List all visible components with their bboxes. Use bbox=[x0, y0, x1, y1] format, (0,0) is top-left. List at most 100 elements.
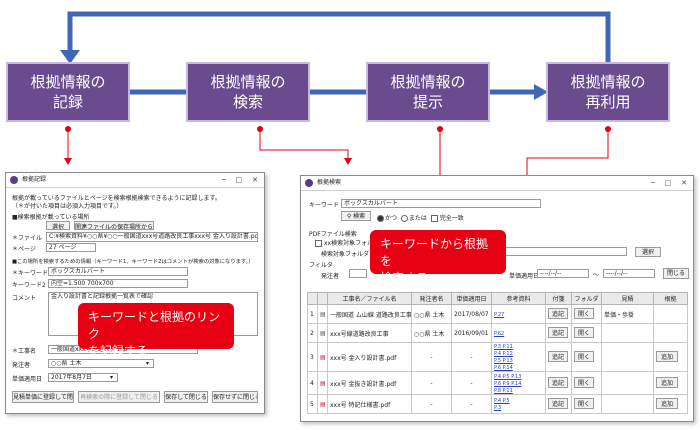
pdf-search-label: PDFファイル検索 bbox=[309, 231, 357, 238]
row-number: 5 bbox=[307, 394, 318, 414]
pdf-icon: ▤ bbox=[320, 400, 326, 408]
open-folder-button[interactable]: 開く bbox=[574, 326, 594, 338]
close-button[interactable]: 閉じる bbox=[663, 268, 689, 279]
memo-button[interactable]: 追記 bbox=[548, 307, 568, 319]
keyword-input[interactable]: ボックスカルバート bbox=[341, 199, 541, 208]
add-basis-button[interactable]: 追加 bbox=[656, 397, 678, 409]
row-date: - bbox=[451, 342, 492, 372]
pdf-option-checkbox[interactable] bbox=[315, 240, 322, 247]
open-folder-button[interactable]: 開く bbox=[574, 376, 594, 388]
filter-label: フィルタ bbox=[309, 262, 333, 269]
memo-button[interactable]: 追記 bbox=[548, 350, 568, 362]
client-select[interactable]: ○○県 土木 bbox=[48, 359, 154, 368]
memo-button[interactable]: 追記 bbox=[548, 326, 568, 338]
date-from-picker[interactable]: ----/--/-- bbox=[537, 269, 589, 278]
loop-arrow bbox=[67, 11, 611, 62]
table-row[interactable]: 4 ▤ xxx号 金抜き設計書.pdf - - P.4 P.5 P.13 P.6… bbox=[307, 371, 688, 395]
file-path-field[interactable]: C:¥検索資料¥○○県¥○○一般国道xxx号道路改良工事xxx号 金入り設計書.… bbox=[46, 232, 258, 242]
row-number: 4 bbox=[307, 371, 318, 395]
column-header[interactable]: 発注者名 bbox=[411, 292, 452, 305]
select-button[interactable]: 選択 bbox=[46, 221, 70, 230]
table-row[interactable]: 3 ▤ xxx号 金入り設計書.pdf - - P.3 P.11 P.4 P.1… bbox=[307, 342, 688, 372]
column-header[interactable]: フォルダ bbox=[571, 292, 602, 305]
keyword2-field[interactable]: 内空=1.500 700x700 bbox=[48, 279, 188, 288]
page-link[interactable]: P.27 bbox=[494, 312, 504, 318]
client-filter-select[interactable] bbox=[349, 269, 367, 278]
add-basis-button[interactable]: 追加 bbox=[656, 350, 678, 362]
row-estimate bbox=[601, 323, 654, 343]
page-link[interactable]: P.3 P.11 P.4 P.12 P.5 P.13 P.6 P.14 bbox=[494, 344, 513, 371]
page-field[interactable]: 27 ページ bbox=[46, 243, 96, 252]
mode-and-radio[interactable] bbox=[377, 215, 384, 222]
maximize-icon[interactable]: □ bbox=[664, 176, 671, 190]
column-header[interactable]: 見積 bbox=[601, 292, 654, 305]
table-row[interactable]: 5 ▤ xxx号 特記仕様書.pdf - - P.4 P.5 P.3 追記 開く… bbox=[307, 394, 688, 414]
save-for-research-button[interactable]: 再検索の際に登録して閉じる bbox=[78, 391, 160, 403]
row-date: - bbox=[451, 394, 492, 414]
record-window: 根拠記録 ─ □ ✕ 根拠が載っているファイルとページを検索根拠検索できるように… bbox=[5, 172, 265, 414]
row-estimate bbox=[601, 342, 654, 372]
column-header[interactable]: 付箋 bbox=[545, 292, 572, 305]
date-label: 単価適用日 bbox=[12, 376, 43, 383]
row-name: xxx号 金抜き設計書.pdf bbox=[327, 371, 412, 395]
minimize-icon[interactable]: ─ bbox=[651, 176, 655, 190]
row-number: 2 bbox=[307, 323, 318, 343]
column-header[interactable]: 工事名／ファイル名 bbox=[327, 292, 412, 305]
close-icon[interactable]: ✕ bbox=[681, 176, 687, 190]
open-folder-button[interactable]: 開く bbox=[574, 307, 594, 319]
related-file-button[interactable]: 関連ファイルの保存場所から選択 bbox=[74, 221, 154, 230]
folder-select-button[interactable]: 選択 bbox=[635, 247, 661, 257]
comment-label: コメント bbox=[12, 295, 37, 302]
minimize-icon[interactable]: ─ bbox=[222, 173, 226, 187]
row-client: ○○県 土木 bbox=[411, 304, 452, 324]
document-icon: ▤ bbox=[320, 329, 326, 337]
search-window-title: 根拠検索 bbox=[317, 179, 342, 186]
search-button[interactable]: ⚲ 検索 bbox=[341, 211, 371, 221]
row-client: ○○県 土木 bbox=[411, 323, 452, 343]
row-date: - bbox=[451, 371, 492, 395]
mode-and-label: かつ bbox=[385, 215, 398, 222]
table-row[interactable]: 1 ▤ 一般国道 ム山線 道路改良工事 ○○県 土木 2017/08/07 P.… bbox=[307, 304, 688, 324]
table-row[interactable]: 2 ▤ xxx号線道路改良工事 ○○県 土木 2016/09/01 P.62 追… bbox=[307, 323, 688, 343]
date-to-picker[interactable]: ----/--/-- bbox=[603, 269, 655, 278]
document-icon: ▤ bbox=[320, 310, 326, 318]
search-mode: かつ または 完全一致 bbox=[377, 213, 464, 222]
column-header[interactable]: 参考資料 bbox=[491, 292, 546, 305]
page-label: ＊ページ bbox=[12, 246, 36, 253]
mode-or-radio[interactable] bbox=[400, 215, 408, 222]
row-name: 一般国道 ム山線 道路改良工事 bbox=[327, 304, 412, 324]
calendar-chevron-icon[interactable]: ▾ bbox=[110, 374, 113, 381]
exact-match-checkbox[interactable] bbox=[430, 215, 438, 222]
row-number: 1 bbox=[307, 304, 318, 324]
keyword1-field[interactable]: ボックスカルバート bbox=[48, 267, 188, 276]
save-and-close-button[interactable]: 保存して閉じる bbox=[164, 391, 208, 403]
search-window-titlebar: 根拠検索 ─ □ ✕ bbox=[301, 176, 693, 191]
open-folder-button[interactable]: 開く bbox=[574, 397, 594, 409]
flow-step-present: 根拠情報の 提示 bbox=[366, 62, 490, 122]
maximize-icon[interactable]: □ bbox=[235, 173, 242, 187]
table-header-row: 工事名／ファイル名 発注者名 単価適用日 参考資料 付箋 フォルダ 見積 根拠 bbox=[307, 292, 688, 305]
page-link[interactable]: P.4 P.5 P.13 P.6 P.9 P.14 P.8 P.11 bbox=[494, 374, 521, 394]
keyword-label: キーワード bbox=[309, 202, 340, 209]
date-picker[interactable]: 2017年8月7日 bbox=[48, 373, 118, 382]
add-basis-button[interactable]: 追加 bbox=[656, 376, 678, 388]
page-link[interactable]: P.4 P.5 P.3 bbox=[494, 398, 510, 411]
close-without-save-button[interactable]: 保存せずに閉じる bbox=[212, 391, 258, 403]
file-label: ＊ファイル bbox=[12, 235, 43, 242]
pdf-icon: ▤ bbox=[320, 379, 326, 387]
row-basis bbox=[653, 323, 688, 343]
column-header[interactable]: 単価適用日 bbox=[451, 292, 492, 305]
chevron-down-icon[interactable]: ▾ bbox=[146, 360, 149, 367]
memo-button[interactable]: 追記 bbox=[548, 376, 568, 388]
save-to-estimate-button[interactable]: 見積単価に登録して閉じる bbox=[12, 391, 74, 403]
page-link[interactable]: P.62 bbox=[494, 331, 504, 337]
row-name: xxx号線道路改良工事 bbox=[327, 323, 412, 343]
memo-button[interactable]: 追記 bbox=[548, 397, 568, 409]
close-icon[interactable]: ✕ bbox=[252, 173, 258, 187]
flow-step-reuse: 根拠情報の 再利用 bbox=[546, 62, 670, 122]
open-folder-button[interactable]: 開く bbox=[574, 350, 594, 362]
column-header[interactable]: 根拠 bbox=[653, 292, 688, 305]
row-client: - bbox=[411, 371, 452, 395]
row-client: - bbox=[411, 394, 452, 414]
row-basis bbox=[653, 304, 688, 324]
